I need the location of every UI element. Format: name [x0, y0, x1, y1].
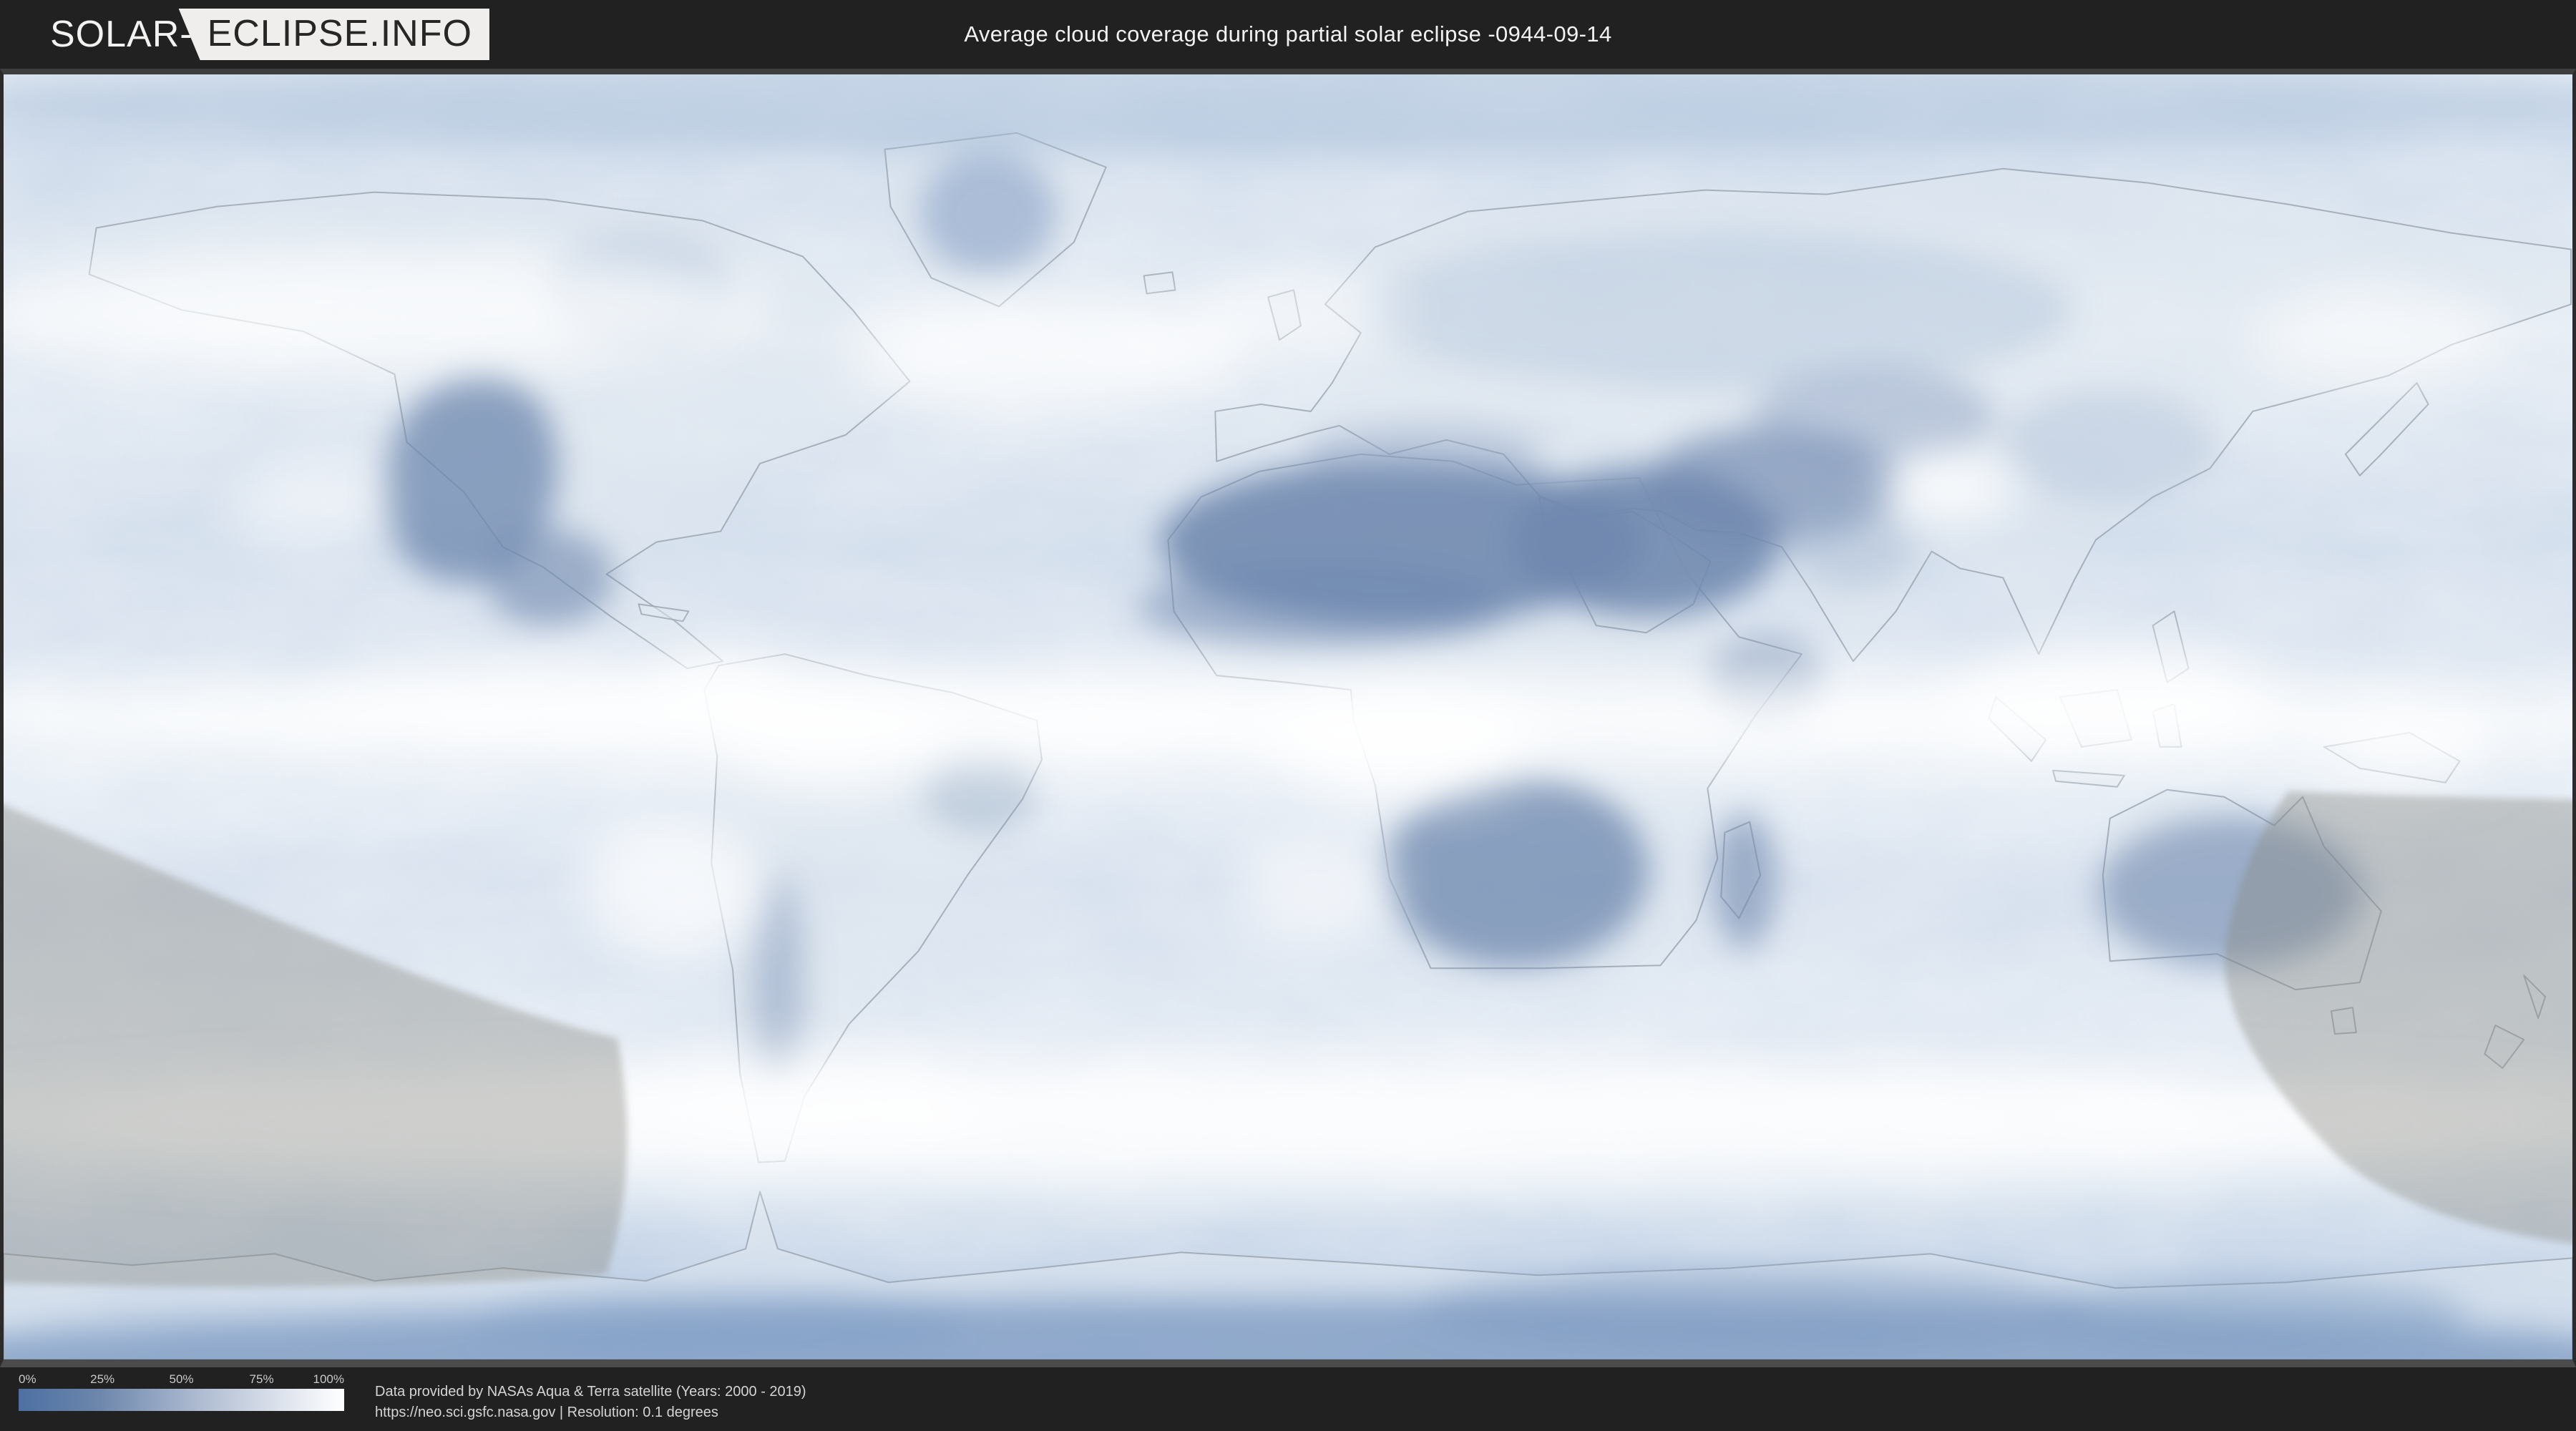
cloud-coverage-legend: 0% 25% 50% 75% 100%: [19, 1371, 344, 1411]
legend-gradient-bar: [19, 1389, 344, 1411]
site-logo[interactable]: SOLAR- ECLIPSE.INFO: [50, 9, 489, 60]
legend-tick-75: 75%: [249, 1372, 274, 1386]
footer-bar: 0% 25% 50% 75% 100% Data provided by NAS…: [0, 1367, 2576, 1431]
cloud-coverage-map: [0, 69, 2576, 1367]
world-map-svg: [4, 74, 2572, 1359]
iceland: [1143, 271, 1176, 295]
page-title: Average cloud coverage during partial so…: [964, 21, 1612, 47]
data-credits: Data provided by NASAs Aqua & Terra sate…: [375, 1382, 806, 1423]
logo-text-solar: SOLAR-: [50, 14, 193, 55]
credit-line-url: https://neo.sci.gsfc.nasa.gov | Resoluti…: [375, 1405, 718, 1420]
legend-tick-0: 0%: [19, 1372, 36, 1386]
legend-tick-50: 50%: [169, 1372, 194, 1386]
legend-tick-25: 25%: [90, 1372, 115, 1386]
legend-tick-100: 100%: [313, 1372, 344, 1386]
logo-text-eclipse-info: ECLIPSE.INFO: [178, 9, 489, 60]
header-bar: SOLAR- ECLIPSE.INFO Average cloud coverag…: [0, 0, 2576, 69]
credit-line-source: Data provided by NASAs Aqua & Terra sate…: [375, 1384, 806, 1400]
legend-tick-labels: 0% 25% 50% 75% 100%: [19, 1371, 344, 1388]
